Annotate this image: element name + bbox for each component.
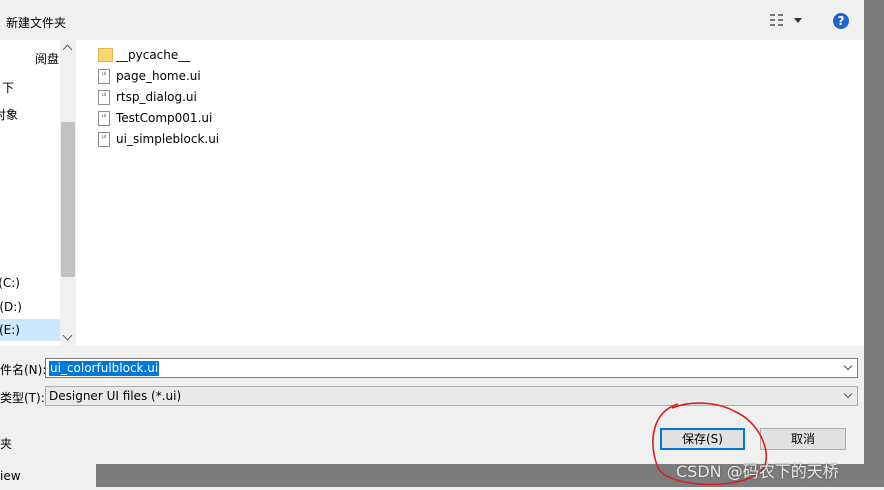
dialog-toolbar: 新建文件夹 ? xyxy=(0,0,864,40)
nav-item-drive-c[interactable]: (C:) xyxy=(0,272,60,294)
save-dialog: 新建文件夹 ? 阅盘 下 对象 (C:) (D:) (E:) __pycache… xyxy=(0,0,864,464)
nav-item-drive-e[interactable]: (E:) xyxy=(0,319,60,341)
scroll-up-icon[interactable] xyxy=(62,44,73,55)
file-name: rtsp_dialog.ui xyxy=(116,90,197,104)
filetype-value: Designer UI files (*.ui) xyxy=(49,389,182,403)
file-name: __pycache__ xyxy=(116,48,191,62)
hide-folders-toggle[interactable]: 夹 xyxy=(0,435,12,452)
ui-file-icon: ui xyxy=(98,132,110,147)
nav-item-objects[interactable]: 对象 xyxy=(0,104,60,126)
background-view-label: iew xyxy=(0,469,21,483)
scrollbar-thumb[interactable] xyxy=(61,122,75,277)
filename-label: 件名(N): xyxy=(0,363,47,377)
view-grid-icon xyxy=(770,14,784,26)
filename-value: ui_colorfulblock.ui xyxy=(49,361,160,376)
watermark: CSDN @码农下的天桥 xyxy=(676,462,839,481)
help-icon[interactable]: ? xyxy=(833,13,849,29)
file-name: ui_simpleblock.ui xyxy=(116,132,220,146)
ui-file-icon: ui xyxy=(98,111,110,126)
file-name: TestComp001.ui xyxy=(116,111,213,125)
chevron-down-icon[interactable] xyxy=(843,361,853,371)
cancel-button[interactable]: 取消 xyxy=(760,428,846,450)
nav-item-label: (D:) xyxy=(0,300,22,314)
new-folder-button[interactable]: 新建文件夹 xyxy=(6,14,66,31)
ui-file-icon: ui xyxy=(98,90,110,105)
nav-item-drive-d[interactable]: (D:) xyxy=(0,296,60,318)
file-list: __pycache__ ui page_home.ui ui rtsp_dial… xyxy=(76,40,864,346)
background-window xyxy=(864,0,884,464)
nav-item-label: (C:) xyxy=(0,276,20,290)
navigation-pane: 阅盘 下 对象 (C:) (D:) (E:) xyxy=(0,40,76,346)
scroll-down-icon[interactable] xyxy=(62,330,73,341)
nav-item-disk[interactable]: 阅盘 xyxy=(0,48,60,70)
nav-item-label: 阅盘 xyxy=(34,52,59,66)
nav-item-downloads[interactable]: 下 xyxy=(0,77,60,99)
folder-icon xyxy=(98,48,113,62)
nav-item-label: 下 xyxy=(1,81,14,95)
file-name: page_home.ui xyxy=(116,69,201,83)
chevron-down-icon[interactable] xyxy=(794,18,802,23)
filetype-label: 类型(T): xyxy=(0,391,45,405)
chevron-down-icon[interactable] xyxy=(843,389,853,399)
ui-file-icon: ui xyxy=(98,69,110,84)
filename-input[interactable]: ui_colorfulblock.ui xyxy=(45,358,858,378)
view-options-button[interactable] xyxy=(768,12,808,30)
nav-item-label: (E:) xyxy=(0,323,20,337)
nav-item-label: 对象 xyxy=(0,108,18,122)
nav-scrollbar[interactable] xyxy=(60,40,76,346)
